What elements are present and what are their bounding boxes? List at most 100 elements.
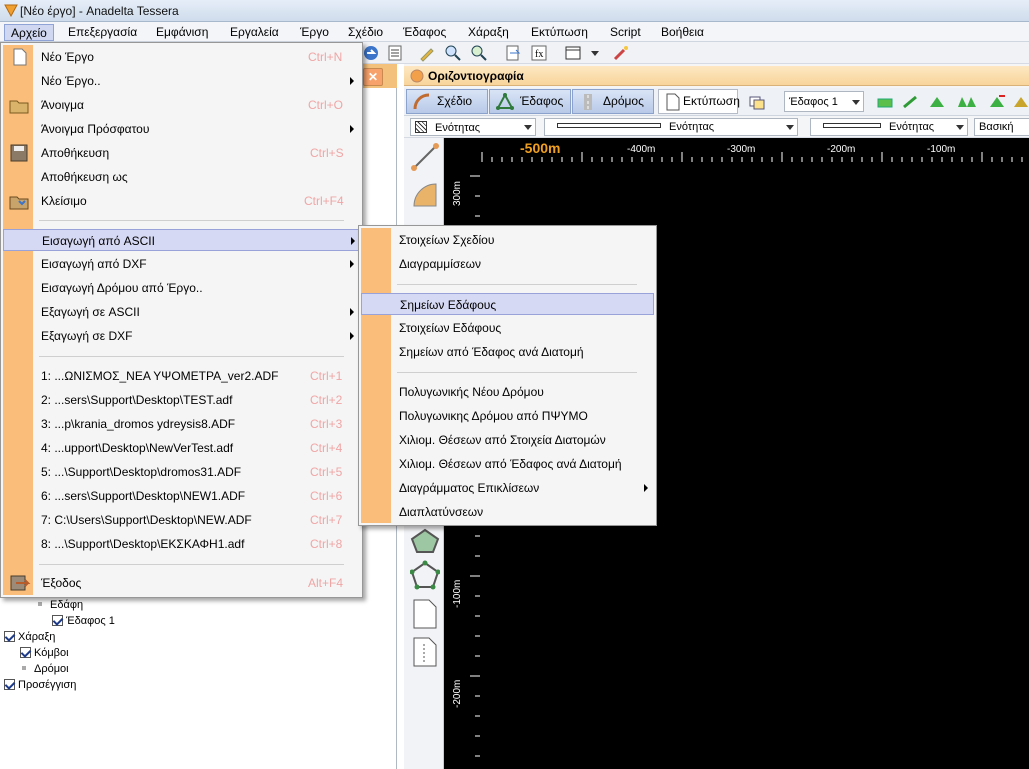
checkbox-alignment[interactable] [4,631,15,642]
menu-item-import-ascii[interactable]: Εισαγωγή από ASCII [3,229,360,251]
submenu-arrow-icon [350,125,354,133]
menu-item-close[interactable]: Κλείσιμο Ctrl+F4 [3,190,360,212]
menu-item-label: Σημείων Εδάφους [400,298,497,312]
close-panel-button[interactable]: ✕ [363,68,383,86]
ground-select[interactable]: Έδαφος 1 [784,91,864,112]
windows-icon[interactable] [748,93,766,111]
tab-drawing[interactable]: Σχέδιο [406,89,488,114]
tree-item-alignment[interactable]: Χάραξη [4,631,55,643]
submenu-item-road-polyline-from-psymo[interactable]: Πολυγωνικης Δρόμου από ΠΨΥΜΟ [361,405,654,427]
menu-item-recent-3[interactable]: 3: ...p\krania_dromos ydreysis8.ADF Ctrl+… [3,413,360,435]
menu-item-save-as[interactable]: Αποθήκευση ως [3,166,360,188]
triangle-up-icon[interactable] [928,93,946,111]
menu-print[interactable]: Εκτύπωση [525,24,594,41]
menu-tools[interactable]: Εργαλεία [224,24,285,41]
function-icon[interactable]: fx [530,44,548,62]
menu-drawing[interactable]: Σχέδιο [342,24,389,41]
layer-green-icon[interactable] [876,93,894,111]
menu-item-new-project[interactable]: Νέο Έργο Ctrl+N [3,46,360,68]
tab-ground[interactable]: Έδαφος [489,89,571,114]
tab-road[interactable]: Δρόμος [572,89,654,114]
menu-item-open-recent[interactable]: Άνοιγμα Πρόσφατου [3,118,360,140]
tree-item-nodes[interactable]: Κόμβοι [20,647,69,659]
sheet-tool-icon[interactable] [412,598,438,630]
dropdown-arrow-icon[interactable] [586,44,604,62]
style-combo[interactable]: Βασική [974,118,1029,136]
submenu-item-ground-elements[interactable]: Στοιχείων Εδάφους [361,317,654,339]
submenu-item-drawing-elements[interactable]: Στοιχείων Σχεδίου [361,229,654,251]
menu-item-label: Χιλιομ. Θέσεων από Στοιχεία Διατομών [399,433,606,447]
menu-ground[interactable]: Έδαφος [397,24,452,41]
menu-item-import-road[interactable]: Εισαγωγή Δρόμου από Έργο.. [3,277,360,299]
submenu-item-points-per-section[interactable]: Σημείων από Έδαφος ανά Διατομή [361,341,654,363]
line-tool-icon[interactable] [410,142,440,172]
menu-item-import-dxf[interactable]: Εισαγωγή από DXF [3,253,360,275]
menu-item-recent-6[interactable]: 6: ...sers\Support\Desktop\NEW1.ADF Ctrl+… [3,485,360,507]
line-type-combo[interactable]: Ενότητας [544,118,798,136]
tree-item-grounds[interactable]: Εδάφη [38,599,83,611]
menu-item-exit[interactable]: Έξοδος Alt+F4 [3,572,360,594]
menu-item-recent-2[interactable]: 2: ...sers\Support\Desktop\TEST.adf Ctrl+… [3,389,360,411]
magic-wand-icon[interactable] [612,44,630,62]
menu-item-export-ascii[interactable]: Εξαγωγή σε ASCII [3,301,360,323]
menu-help[interactable]: Βοήθεια [655,24,710,41]
window-icon[interactable] [564,44,582,62]
edit-green-icon[interactable] [902,93,920,111]
submenu-item-superelevation[interactable]: Διαγράμματος Επικλίσεων [361,477,654,499]
submenu-item-chainages-from-ground[interactable]: Χιλιομ. Θέσεων από Έδαφος ανά Διατομή [361,453,654,475]
sheet-dashed-tool-icon[interactable] [412,636,438,668]
menu-item-label: 3: ...p\krania_dromos ydreysis8.ADF [41,417,236,431]
zoom-extent-icon[interactable] [470,44,488,62]
hatch-combo[interactable]: Ενότητας [410,118,536,136]
menu-item-save[interactable]: Αποθήκευση Ctrl+S [3,142,360,164]
checkbox-approach[interactable] [4,679,15,690]
menu-item-open[interactable]: Άνοιγμα Ctrl+O [3,94,360,116]
menu-item-new-project-sub[interactable]: Νέο Έργο.. [3,70,360,92]
submenu-arrow-icon [350,260,354,268]
tree-item-roads[interactable]: Δρόμοι [22,663,69,675]
print-button[interactable]: Εκτύπωση [658,89,740,114]
pencil-icon[interactable] [418,44,436,62]
checkbox-ground-1[interactable] [52,615,63,626]
tree-item-approach[interactable]: Προσέγγιση [4,679,76,691]
triangle-more-icon[interactable] [1014,93,1028,111]
menu-item-shortcut: Ctrl+7 [310,513,343,527]
pentagon-tool-icon[interactable] [410,528,440,554]
arc-tool-icon[interactable] [410,180,440,210]
line-width-combo[interactable]: Ενότητας [810,118,968,136]
export-icon[interactable] [504,44,522,62]
tree-item-ground-1[interactable]: Έδαφος 1 [52,615,115,627]
menu-item-label: Εισαγωγή από ASCII [42,234,155,248]
menu-file[interactable]: Αρχείο [4,24,54,41]
menu-script[interactable]: Script [604,24,647,41]
submenu-item-ground-points[interactable]: Σημείων Εδάφους [361,293,654,315]
triangle-remove-icon[interactable] [988,93,1006,111]
submenu-item-widenings[interactable]: Διαπλατύνσεων [361,501,654,523]
submenu-item-new-road-polyline[interactable]: Πολυγωνικής Νέου Δρόμου [361,381,654,403]
menu-alignment[interactable]: Χάραξη [462,24,515,41]
ruler-label-main: -500m [520,140,561,156]
app-logo-icon [4,4,18,17]
title-bar: [Νέο έργο] - Anadelta Tessera [0,0,1029,22]
menu-item-recent-7[interactable]: 7: C:\Users\Support\Desktop\NEW.ADF Ctrl+… [3,509,360,531]
tree-item-label: Χάραξη [18,631,56,643]
menu-view[interactable]: Εμφάνιση [150,24,214,41]
menu-item-label: Νέο Έργο.. [41,74,101,88]
zoom-icon[interactable] [444,44,462,62]
refresh-icon[interactable] [362,44,380,62]
polygon-tool-icon[interactable] [410,560,440,590]
menu-item-recent-8[interactable]: 8: ...\Support\Desktop\ΕΚΣΚΑΦΗ1.adf Ctrl+… [3,533,360,555]
submenu-item-chainages-from-sections[interactable]: Χιλιομ. Θέσεων από Στοιχεία Διατομών [361,429,654,451]
menu-item-label: Διαγράμματος Επικλίσεων [399,481,540,495]
menu-project[interactable]: Έργο [294,24,335,41]
triangles-icon[interactable] [958,93,976,111]
list-icon[interactable] [386,44,404,62]
menu-item-recent-5[interactable]: 5: ...\Support\Desktop\dromos31.ADF Ctrl+… [3,461,360,483]
ruler-label: -200m [827,144,856,155]
menu-item-export-dxf[interactable]: Εξαγωγή σε DXF [3,325,360,347]
menu-item-recent-1[interactable]: 1: ...ΩΝΙΣΜΟΣ_ΝΕΑ ΥΨΟΜΕΤΡΑ_ver2.ADF Ctrl+… [3,365,360,387]
menu-item-recent-4[interactable]: 4: ...upport\Desktop\NewVerTest.adf Ctrl+… [3,437,360,459]
submenu-item-hatches[interactable]: Διαγραμμίσεων [361,253,654,275]
menu-edit[interactable]: Επεξεργασία [62,24,143,41]
checkbox-nodes[interactable] [20,647,31,658]
